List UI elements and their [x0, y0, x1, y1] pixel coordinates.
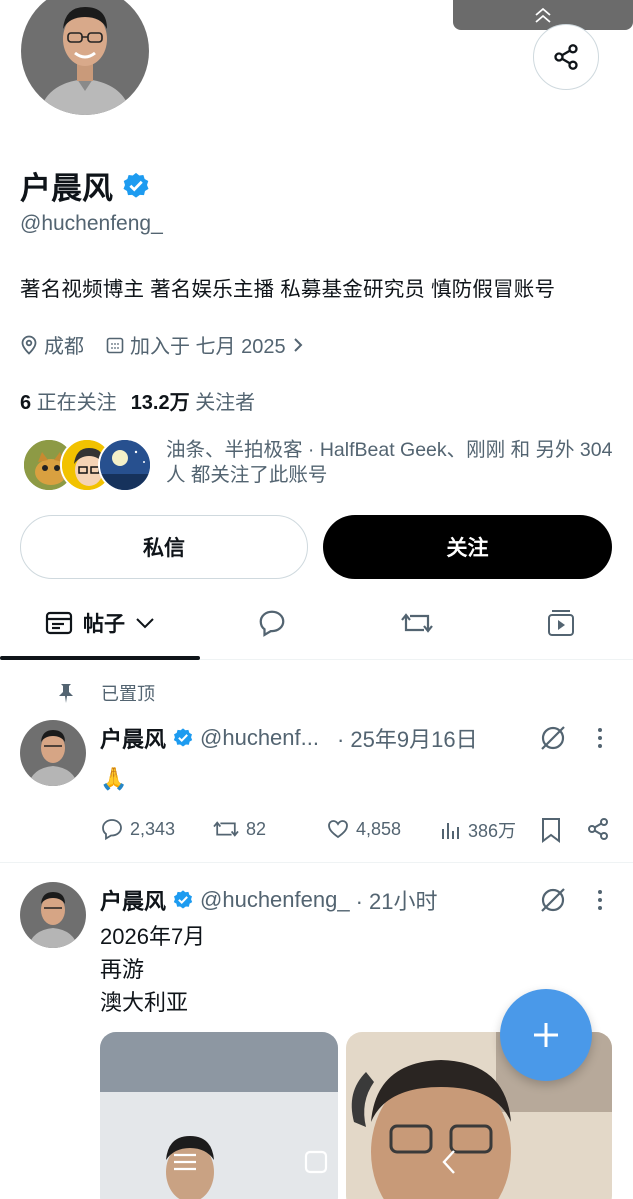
reply-bubble-icon — [259, 610, 285, 637]
joined-text: 加入于 七月 2025 — [130, 336, 286, 358]
post-text-line: 澳大利亚 — [100, 990, 189, 1015]
location-item: 成都 — [20, 330, 84, 359]
reply-action[interactable]: 2,343 — [100, 817, 175, 841]
more-options-icon[interactable] — [590, 726, 610, 750]
profile-avatar[interactable] — [18, 0, 152, 118]
following-link[interactable]: 6 正在关注 — [20, 386, 117, 415]
pinned-label: 已置顶 — [101, 684, 155, 704]
plus-icon — [534, 1023, 558, 1047]
mutual-followers[interactable]: 油条、半拍极客 · HalfBeat Geek、刚刚 和 另外 304 人 都关… — [22, 438, 612, 492]
bookmark-action[interactable] — [540, 817, 562, 843]
tab-reposts[interactable] — [367, 590, 467, 656]
verified-badge-icon — [173, 728, 193, 747]
post-text-line: 2026年7月 — [100, 924, 206, 949]
system-navigation-bar — [0, 1140, 633, 1199]
profile-name: 户晨风 — [20, 171, 113, 206]
heart-icon — [328, 820, 348, 839]
post-author-handle[interactable]: @huchenfeng_ — [200, 887, 350, 913]
repost-icon — [401, 613, 433, 633]
followers-link[interactable]: 13.2万 关注者 — [131, 386, 256, 415]
mutual-avatar — [98, 438, 152, 492]
grok-icon[interactable] — [538, 885, 568, 915]
repost-count: 82 — [246, 818, 267, 839]
profile-handle: @huchenfeng_ — [20, 212, 163, 235]
posts-list-icon — [45, 611, 73, 635]
home-square-icon[interactable] — [303, 1149, 329, 1175]
like-action[interactable]: 4,858 — [326, 817, 401, 841]
reply-icon — [102, 819, 122, 841]
profile-bio: 著名视频博主 著名娱乐主播 私募基金研究员 慎防假冒账号 — [20, 278, 556, 301]
mutual-followers-text: 油条、半拍极客 · HalfBeat Geek、刚刚 和 另外 304 人 都关… — [166, 439, 613, 486]
double-chevron-up-icon — [535, 7, 551, 23]
pinned-label-row: 已置顶 — [55, 680, 155, 706]
pin-icon — [59, 684, 73, 703]
followers-label: 关注者 — [195, 392, 256, 414]
compose-post-button[interactable] — [500, 989, 592, 1081]
views-action[interactable]: 386万 — [440, 817, 516, 843]
post-time[interactable]: · 25年9月16日 — [337, 722, 478, 754]
post-text: 🙏 — [100, 766, 128, 791]
menu-icon[interactable] — [170, 1150, 200, 1174]
reply-count: 2,343 — [130, 818, 176, 839]
tab-posts-label: 帖子 — [83, 613, 125, 636]
collapse-header-button[interactable] — [453, 0, 633, 30]
share-post-action[interactable] — [586, 817, 610, 841]
tab-replies[interactable] — [222, 590, 322, 656]
profile-meta: 成都 加入于 七月 2025 — [20, 330, 326, 359]
post-actions: 2,343 82 4,858 386万 — [100, 817, 620, 847]
joined-item[interactable]: 加入于 七月 2025 — [106, 330, 304, 359]
view-count: 386万 — [468, 821, 517, 841]
message-button[interactable]: 私信 — [20, 515, 308, 579]
post-header: 户晨风 @huchenfeng_ · 21小时 — [100, 884, 438, 916]
location-text: 成都 — [44, 336, 84, 358]
back-icon[interactable] — [438, 1148, 460, 1176]
more-options-icon[interactable] — [590, 888, 610, 912]
following-label: 正在关注 — [36, 392, 117, 414]
followers-count: 13.2万 — [130, 392, 190, 414]
like-count: 4,858 — [356, 818, 402, 839]
post-header: 户晨风 @huchenf... · 25年9月16日 — [100, 722, 478, 754]
bookmark-icon — [542, 818, 560, 843]
profile-name-row: 户晨风 — [20, 163, 151, 208]
repost-action[interactable]: 82 — [212, 817, 266, 841]
calendar-icon — [106, 337, 124, 353]
tab-media[interactable] — [511, 590, 611, 656]
post-text-line: 再游 — [100, 957, 145, 982]
post-author-name[interactable]: 户晨风 — [100, 722, 166, 754]
verified-badge-icon — [173, 890, 193, 909]
post-avatar[interactable] — [20, 882, 86, 948]
post-divider — [0, 862, 633, 863]
chevron-down-icon — [136, 618, 154, 629]
post-author-name[interactable]: 户晨风 — [100, 884, 166, 916]
follow-stats: 6 正在关注 13.2万 关注者 — [20, 386, 255, 415]
share-icon — [588, 818, 608, 840]
mutual-avatars — [22, 438, 154, 492]
post-author-handle[interactable]: @huchenf... — [200, 725, 319, 751]
tab-posts[interactable]: 帖子 — [0, 590, 200, 656]
active-tab-indicator — [0, 656, 200, 660]
following-count: 6 — [20, 392, 32, 414]
post-avatar[interactable] — [20, 720, 86, 786]
share-profile-button[interactable] — [533, 24, 599, 90]
follow-button[interactable]: 关注 — [323, 515, 612, 579]
share-icon — [554, 44, 578, 70]
media-play-icon — [548, 610, 574, 636]
grok-icon[interactable] — [538, 723, 568, 753]
views-chart-icon — [442, 823, 459, 839]
verified-badge-icon[interactable] — [121, 171, 151, 201]
repost-icon — [213, 821, 239, 837]
post-time[interactable]: · 21小时 — [356, 884, 438, 916]
profile-tabs: 帖子 — [0, 590, 633, 660]
location-pin-icon — [21, 335, 37, 355]
chevron-right-icon — [293, 337, 303, 352]
